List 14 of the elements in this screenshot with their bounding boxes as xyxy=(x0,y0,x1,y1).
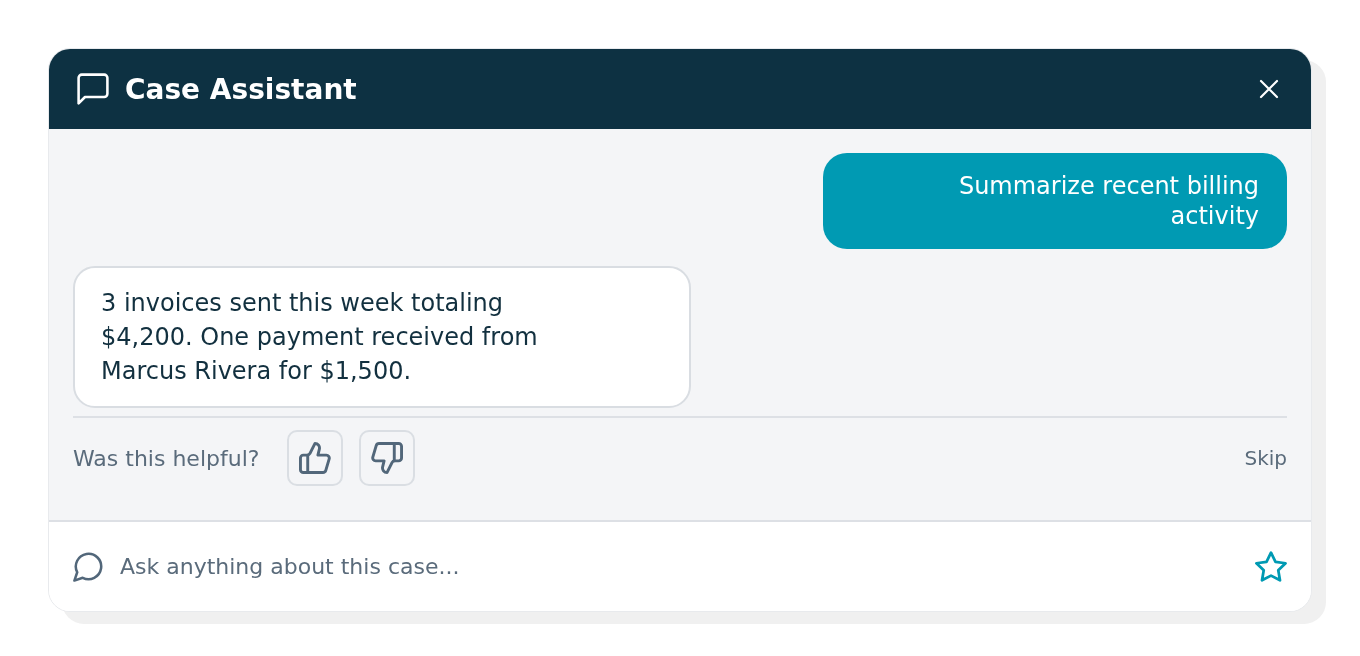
close-button[interactable] xyxy=(1259,79,1279,99)
thumbs-down-icon xyxy=(371,442,404,474)
message-input[interactable]: Ask anything about this case... xyxy=(120,550,1255,583)
panel-title: Case Assistant xyxy=(125,72,358,106)
thumbs-up-button[interactable] xyxy=(287,430,344,486)
close-icon xyxy=(1259,79,1279,99)
message-text: 3 invoices sent this week totaling $4,200. One payment received from Marcus Rivera for $1,500. xyxy=(101,288,539,387)
feedback-prompt: Was this helpful? xyxy=(73,445,260,471)
skip-link[interactable]: Skip xyxy=(1244,446,1287,470)
thumbs-down-button[interactable] xyxy=(359,430,416,486)
thumbs-up-icon xyxy=(299,442,332,474)
message-text: Summarize recent billing activity xyxy=(957,171,1259,231)
star-icon[interactable] xyxy=(1255,551,1287,582)
chat-bubble-icon xyxy=(73,551,104,582)
